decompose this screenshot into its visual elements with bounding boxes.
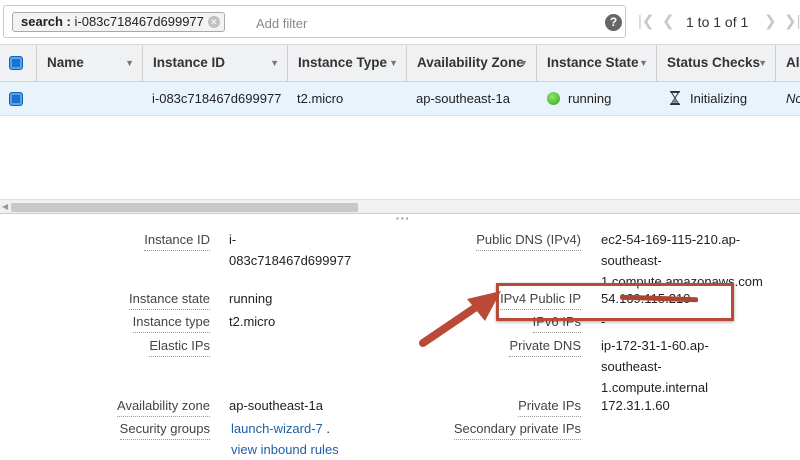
last-page-icon[interactable]: ❯| bbox=[784, 12, 800, 32]
column-label: Availability Zone bbox=[417, 55, 524, 70]
sort-arrow-icon[interactable]: ▼ bbox=[519, 45, 528, 81]
detail-value-security-groups: launch-wizard-7 . view inbound rules bbox=[231, 418, 339, 460]
first-page-icon[interactable]: |❮ bbox=[638, 12, 654, 32]
instance-state-text: running bbox=[568, 91, 612, 106]
detail-label-instance-state: Instance state bbox=[129, 288, 210, 310]
detail-label-private-ips: Private IPs bbox=[518, 395, 581, 417]
annotation-highlight-box bbox=[496, 283, 734, 321]
add-filter-input[interactable] bbox=[256, 13, 536, 33]
detail-label-security-groups: Security groups bbox=[119, 418, 210, 440]
select-all-checkbox[interactable] bbox=[9, 56, 23, 70]
hourglass-icon bbox=[670, 91, 680, 105]
detail-label-secondary-private-ips: Secondary private IPs bbox=[453, 418, 581, 440]
row-select-checkbox[interactable] bbox=[9, 92, 23, 106]
filter-toolbar: search : i-083c718467d699977 ✕ ? |❮ ❮ 1 … bbox=[0, 0, 800, 44]
pagination: |❮ ❮ 1 to 1 of 1 ❯ ❯| bbox=[634, 12, 800, 32]
cell-name bbox=[47, 82, 143, 116]
sort-arrow-icon[interactable]: ▼ bbox=[125, 45, 134, 81]
detail-value-availability-zone: ap-southeast-1a bbox=[229, 398, 323, 413]
sort-arrow-icon[interactable]: ▼ bbox=[270, 45, 279, 81]
horizontal-scrollbar[interactable]: ◀ bbox=[0, 199, 800, 213]
scrollbar-thumb[interactable] bbox=[11, 203, 358, 212]
cell-availability-zone: ap-southeast-1a bbox=[416, 91, 510, 106]
table-header: Name ▼ Instance ID ▼ Instance Type ▼ Ava… bbox=[0, 45, 800, 82]
cell-instance-id: i-083c718467d699977 bbox=[152, 91, 282, 106]
column-label: Instance Type bbox=[298, 55, 388, 70]
sort-arrow-icon[interactable]: ▼ bbox=[389, 45, 398, 81]
column-header-instance-state[interactable]: Instance State ▼ bbox=[537, 45, 657, 82]
detail-label-instance-type: Instance type bbox=[132, 311, 210, 333]
detail-label-elastic-ips: Elastic IPs bbox=[149, 335, 210, 357]
instances-table: Name ▼ Instance ID ▼ Instance Type ▼ Ava… bbox=[0, 44, 800, 204]
search-filter-token[interactable]: search : i-083c718467d699977 ✕ bbox=[12, 12, 225, 32]
pagination-label: 1 to 1 of 1 bbox=[686, 14, 749, 30]
drag-grip-icon[interactable]: ▪▪▪ bbox=[396, 215, 411, 223]
running-status-icon bbox=[547, 92, 560, 105]
value-line: i- bbox=[229, 232, 237, 247]
cell-alarm: No bbox=[786, 91, 800, 106]
detail-value-private-ips: 172.31.1.60 bbox=[601, 398, 670, 413]
value-line: southeast- bbox=[601, 253, 662, 268]
detail-value-private-dns: ip-172-31-1-60.ap- southeast- 1.compute.… bbox=[601, 335, 709, 398]
search-token-key: search : bbox=[21, 14, 71, 29]
value-line: ip-172-31-1-60.ap- bbox=[601, 338, 709, 353]
column-label: Al bbox=[786, 55, 800, 70]
cell-instance-type: t2.micro bbox=[297, 91, 344, 106]
detail-value-instance-state: running bbox=[229, 291, 273, 306]
search-token-value: i-083c718467d699977 bbox=[74, 14, 204, 29]
detail-label-private-dns: Private DNS bbox=[509, 335, 581, 357]
detail-value-instance-type: t2.micro bbox=[229, 314, 276, 329]
sort-arrow-icon[interactable]: ▼ bbox=[639, 45, 648, 81]
column-header-instance-id[interactable]: Instance ID ▼ bbox=[143, 45, 288, 82]
detail-label-instance-id: Instance ID bbox=[144, 229, 210, 251]
table-row[interactable]: i-083c718467d699977 t2.micro ap-southeas… bbox=[0, 82, 800, 116]
column-label: Instance State bbox=[547, 55, 639, 70]
column-header-availability-zone[interactable]: Availability Zone ▼ bbox=[407, 45, 537, 82]
token-close-icon[interactable]: ✕ bbox=[207, 16, 220, 28]
help-icon[interactable]: ? bbox=[605, 14, 622, 31]
detail-value-instance-id: i- 083c718467d699977 bbox=[229, 229, 351, 271]
search-filter-box[interactable]: search : i-083c718467d699977 ✕ ? bbox=[3, 5, 626, 38]
status-checks-text: Initializing bbox=[690, 91, 748, 106]
column-label: Instance ID bbox=[153, 55, 226, 70]
cell-status-checks: Initializing bbox=[670, 82, 776, 116]
scroll-left-icon[interactable]: ◀ bbox=[2, 200, 8, 214]
column-header-name[interactable]: Name ▼ bbox=[37, 45, 143, 82]
sort-arrow-icon[interactable]: ▼ bbox=[758, 45, 767, 81]
column-header-status-checks[interactable]: Status Checks ▼ bbox=[657, 45, 776, 82]
value-line: southeast- bbox=[601, 359, 662, 374]
pane-splitter[interactable]: ▪▪▪ bbox=[0, 213, 800, 223]
column-label: Status Checks bbox=[667, 55, 761, 70]
detail-label-public-dns: Public DNS (IPv4) bbox=[476, 229, 581, 251]
link-suffix: . bbox=[326, 421, 331, 436]
annotation-arrow-icon bbox=[419, 291, 501, 347]
value-line: ec2-54-169-115-210.ap- bbox=[601, 232, 741, 247]
cell-instance-state: running bbox=[547, 82, 657, 116]
column-header-alarm[interactable]: Al bbox=[776, 45, 800, 82]
view-inbound-rules-link[interactable]: view inbound rules bbox=[231, 442, 339, 457]
select-all-cell bbox=[0, 45, 37, 82]
security-group-link[interactable]: launch-wizard-7 bbox=[231, 421, 323, 436]
column-header-instance-type[interactable]: Instance Type ▼ bbox=[288, 45, 407, 82]
value-line: 083c718467d699977 bbox=[229, 253, 352, 268]
column-label: Name bbox=[47, 55, 84, 70]
detail-label-availability-zone: Availability zone bbox=[117, 395, 210, 417]
next-page-icon[interactable]: ❯ bbox=[764, 12, 777, 32]
prev-page-icon[interactable]: ❮ bbox=[662, 12, 675, 32]
